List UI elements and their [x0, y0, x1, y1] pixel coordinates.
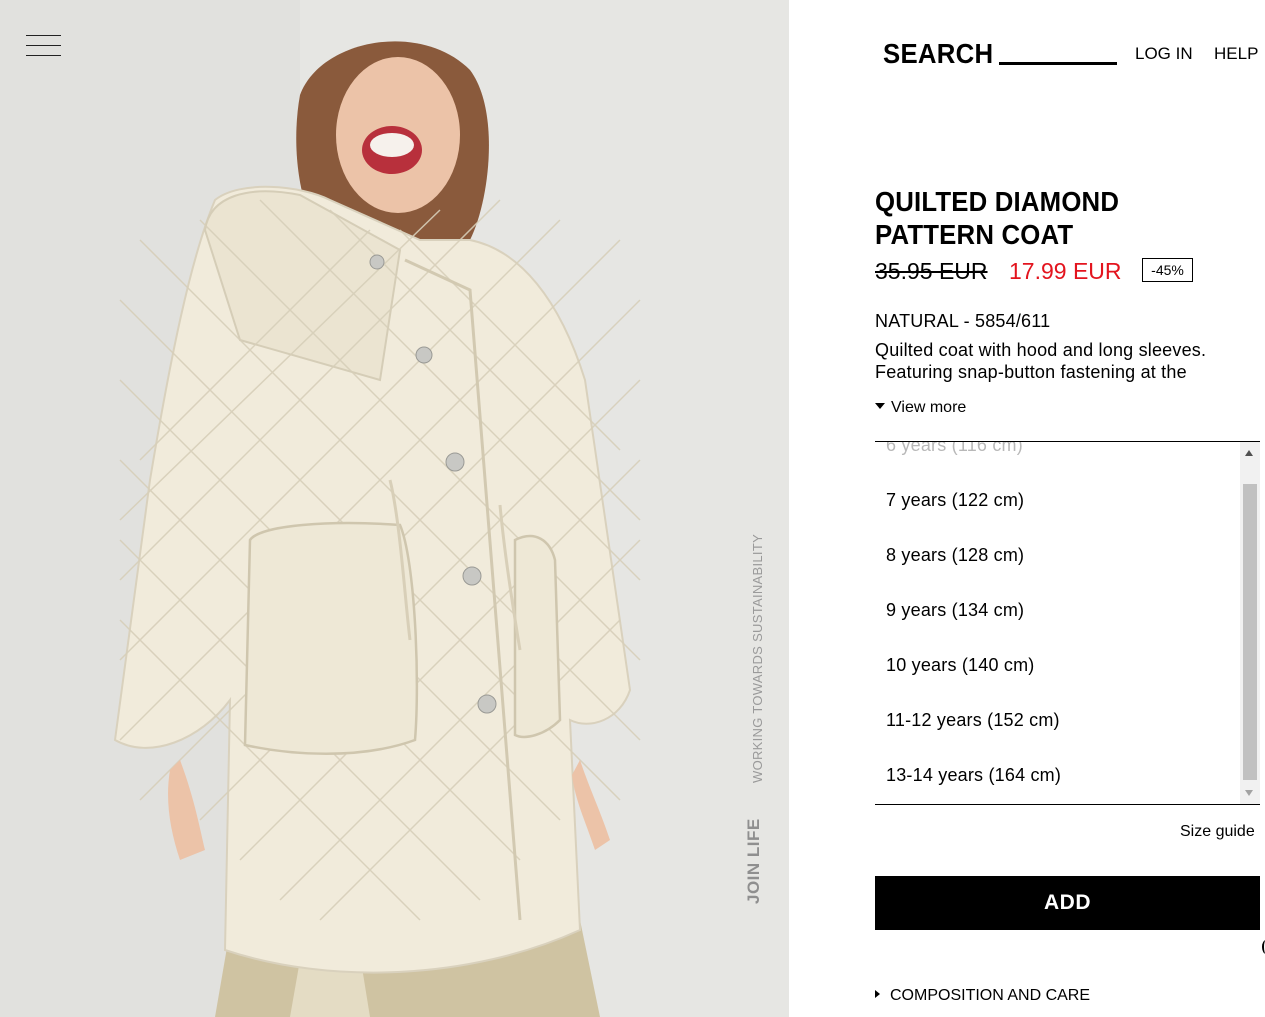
scroll-up-arrow-icon[interactable] [1245, 450, 1253, 456]
size-option[interactable]: 13-14 years (164 cm) [886, 765, 1061, 786]
search-label[interactable]: SEARCH [883, 38, 993, 70]
size-list-scrollbar[interactable] [1240, 442, 1260, 804]
help-link[interactable]: HELP [1214, 44, 1258, 64]
product-title: QUILTED DIAMOND PATTERN COAT [875, 186, 1120, 250]
size-option[interactable]: 7 years (122 cm) [886, 490, 1024, 511]
size-selector[interactable]: 6 years (116 cm) 7 years (122 cm) 8 year… [875, 441, 1260, 805]
original-price: 35.95 EUR [875, 258, 988, 284]
caret-down-icon [875, 402, 885, 409]
sustainability-label[interactable]: WORKING TOWARDS SUSTAINABILITY [750, 534, 765, 783]
scroll-thumb[interactable] [1243, 484, 1257, 780]
size-option[interactable]: 10 years (140 cm) [886, 655, 1034, 676]
discount-badge: -45% [1142, 258, 1193, 282]
size-option[interactable]: 9 years (134 cm) [886, 600, 1024, 621]
login-link[interactable]: LOG IN [1135, 44, 1193, 64]
size-option[interactable]: 11-12 years (152 cm) [886, 710, 1060, 731]
size-option[interactable]: 8 years (128 cm) [886, 545, 1024, 566]
composition-care-label: COMPOSITION AND CARE [890, 987, 1091, 1004]
sale-price: 17.99 EUR [1009, 258, 1122, 284]
product-description: Quilted coat with hood and long sleeves.… [875, 340, 1207, 382]
product-page: JOIN LIFE WORKING TOWARDS SUSTAINABILITY… [0, 0, 1265, 1017]
menu-icon[interactable] [26, 35, 61, 57]
size-guide-link[interactable]: Size guide [1180, 823, 1255, 841]
composition-care-toggle[interactable]: COMPOSITION AND CARE [875, 987, 1090, 1005]
view-more-toggle[interactable]: View more [875, 399, 966, 417]
product-photo-illustration [0, 0, 789, 1017]
view-more-label: View more [891, 399, 967, 416]
join-life-label[interactable]: JOIN LIFE [744, 818, 764, 904]
scroll-down-arrow-icon[interactable] [1245, 790, 1253, 796]
color-reference: NATURAL - 5854/611 [875, 311, 1051, 331]
caret-right-icon [875, 989, 880, 998]
add-to-cart-button[interactable]: ADD [875, 876, 1260, 930]
product-image[interactable]: JOIN LIFE WORKING TOWARDS SUSTAINABILITY [0, 0, 789, 1017]
search-input[interactable] [999, 62, 1117, 65]
size-option[interactable]: 6 years (116 cm) [886, 442, 1023, 456]
